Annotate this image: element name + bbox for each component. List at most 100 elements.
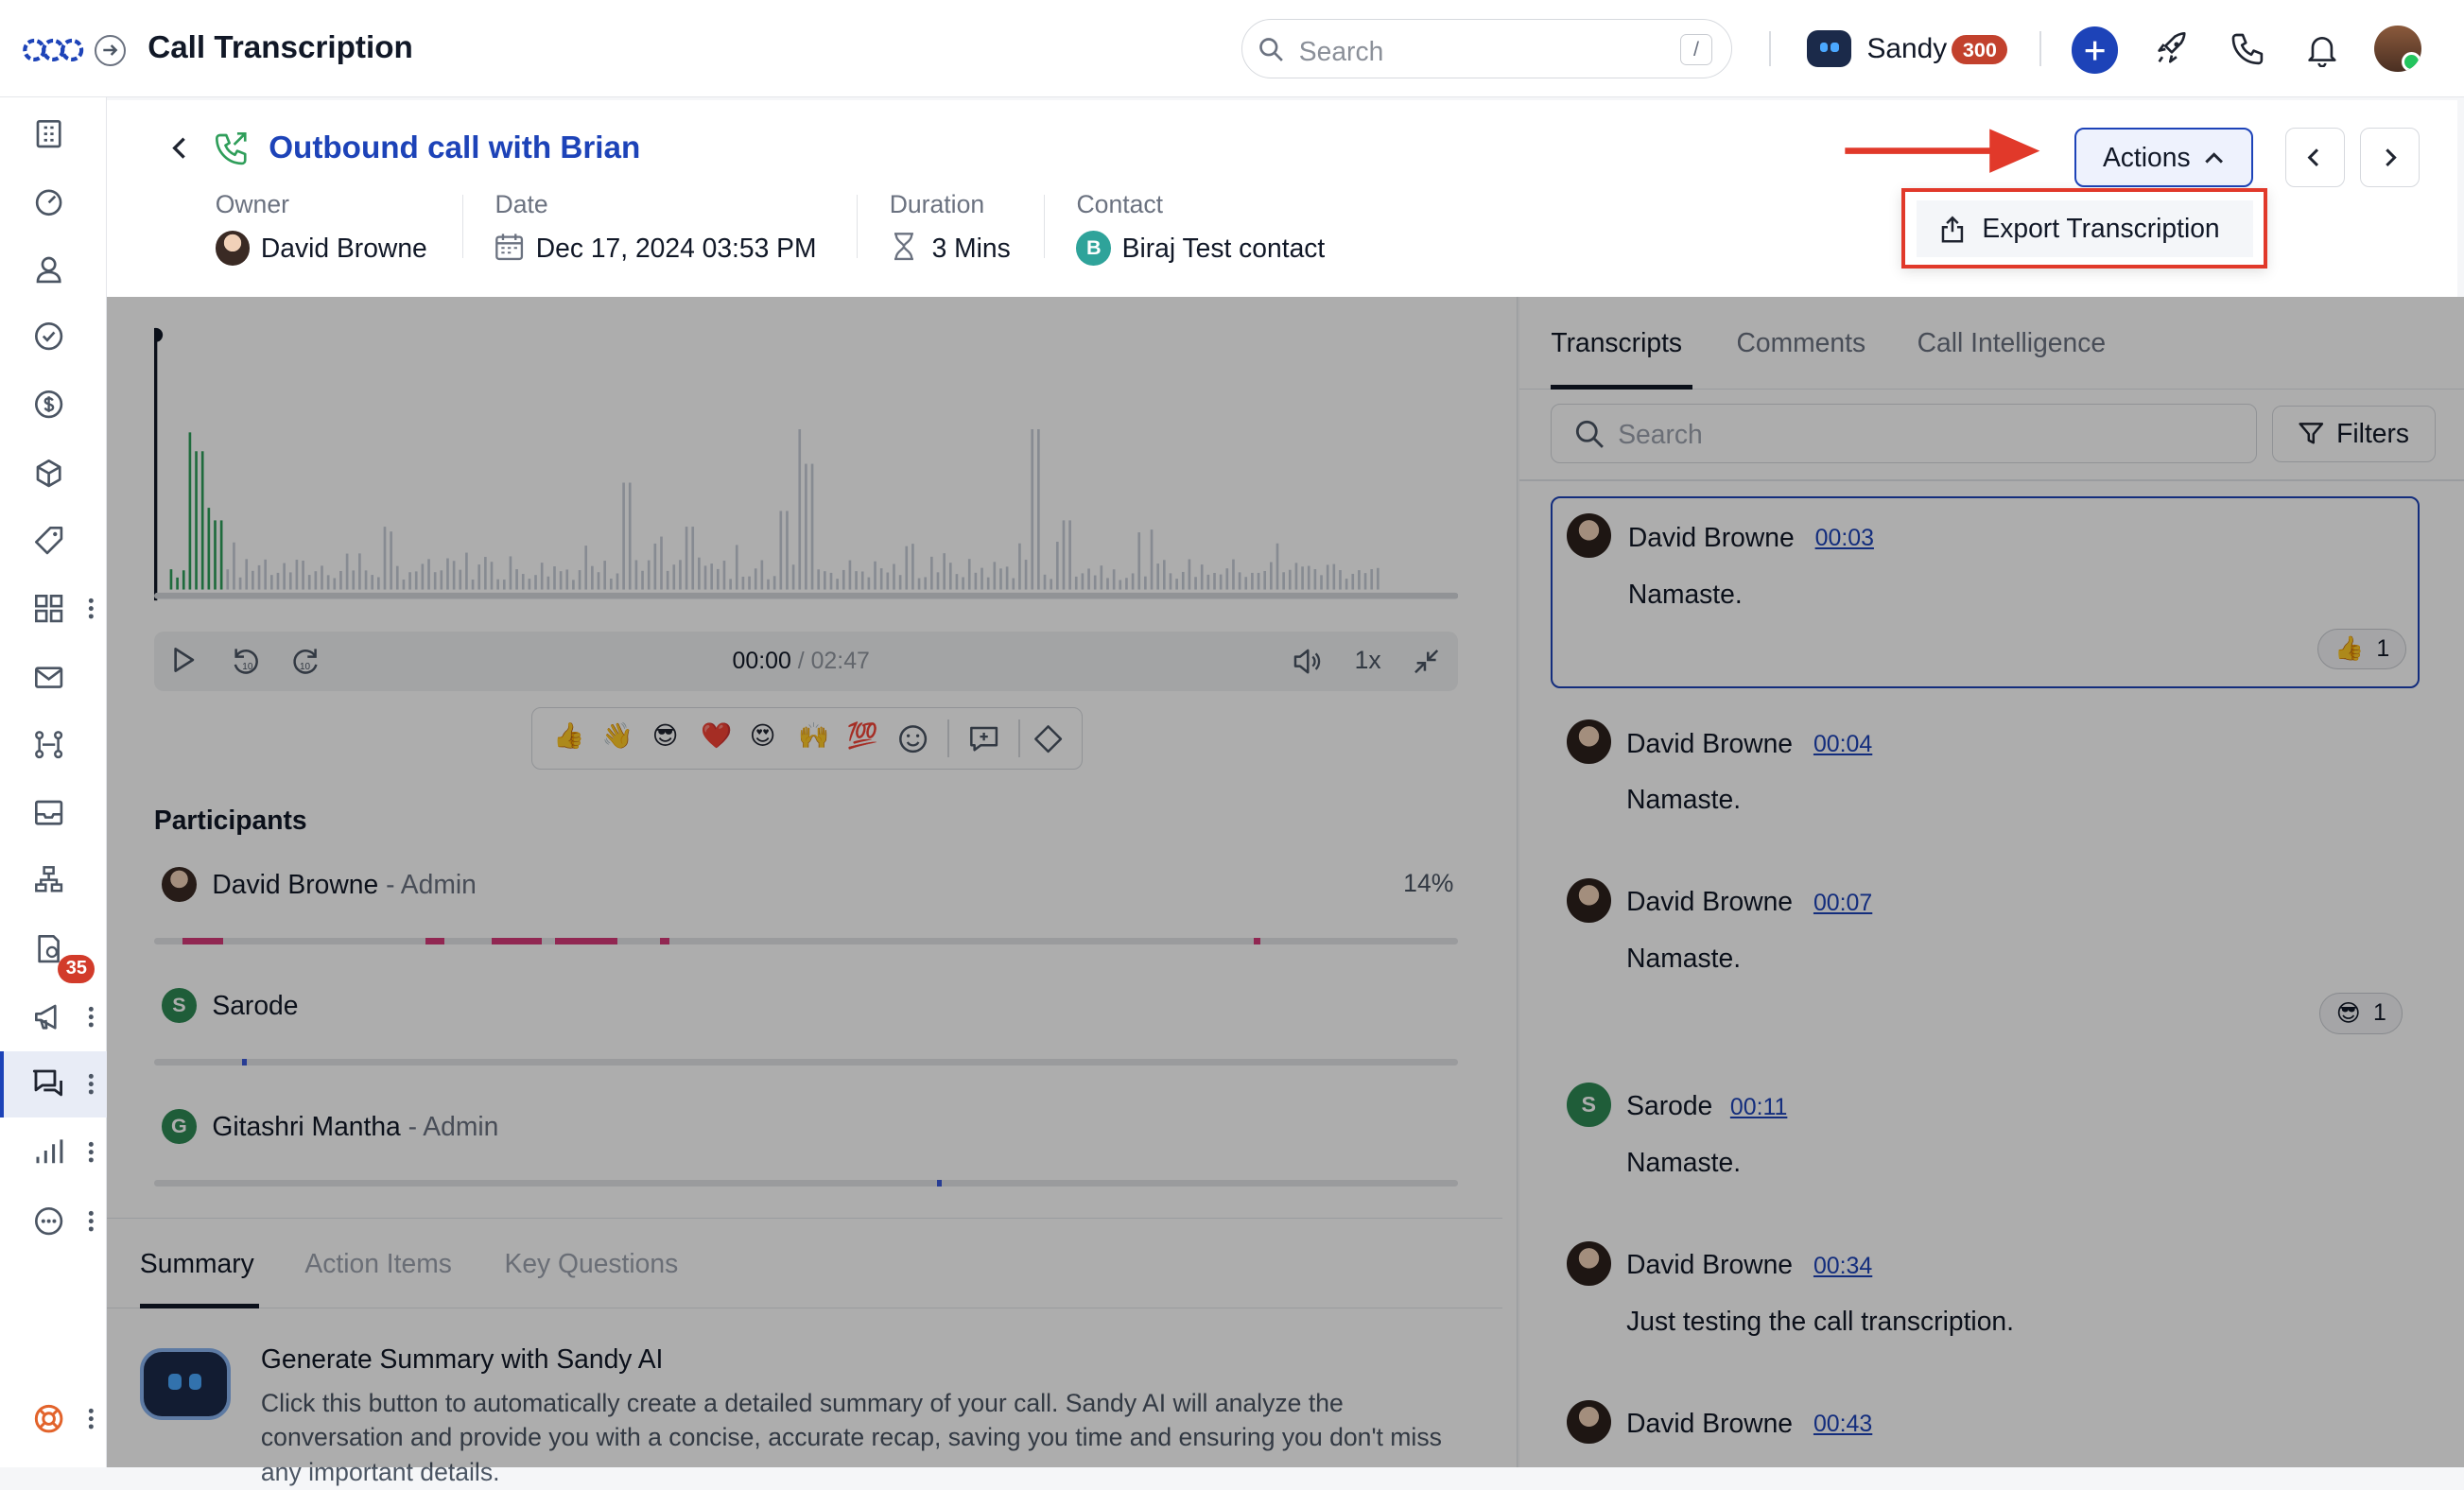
more-vertical-icon[interactable] [88, 1210, 95, 1232]
more-vertical-icon[interactable] [88, 598, 95, 619]
diamond-tag-icon[interactable] [1032, 723, 1064, 754]
sidebar-item-more[interactable] [28, 1201, 69, 1241]
sandy-ai-label[interactable]: Sandy [1866, 33, 1947, 65]
more-vertical-icon[interactable] [88, 1073, 95, 1095]
volume-icon[interactable] [1291, 646, 1322, 677]
phone-icon[interactable] [2229, 30, 2266, 68]
avatar [162, 867, 197, 902]
timestamp-link[interactable]: 00:34 [1813, 1253, 1872, 1280]
reaction-wave[interactable]: 👋 [602, 721, 633, 751]
waveform-bar [1017, 543, 1021, 590]
reaction-heart-eyes[interactable]: 😍 [750, 721, 776, 751]
export-transcription-menu-item[interactable]: Export Transcription [1916, 199, 2253, 257]
previous-call-button[interactable] [2284, 127, 2345, 187]
sidebar-item-apps[interactable] [28, 588, 69, 629]
contact-name[interactable]: Biraj Test contact [1122, 233, 1326, 264]
add-reaction-icon[interactable] [897, 723, 928, 754]
inbox-icon [34, 800, 63, 825]
waveform-bar [962, 577, 964, 590]
reaction-chip[interactable]: 👍 1 [2317, 628, 2406, 669]
forward-10-icon[interactable]: 10 [290, 646, 321, 677]
divider [1017, 719, 1020, 758]
sidebar-item-org[interactable] [28, 859, 69, 900]
timestamp-link[interactable]: 00:07 [1813, 890, 1872, 917]
tab-call-intelligence[interactable]: Call Intelligence [1917, 327, 2106, 358]
global-search-input[interactable]: Search / [1241, 18, 1732, 79]
waveform-bar [1200, 563, 1204, 590]
waveform-bar [214, 520, 217, 590]
talk-timeline-gitashri[interactable] [153, 1180, 1459, 1187]
reaction-chip[interactable]: 😎 1 [2319, 993, 2403, 1034]
tab-comments[interactable]: Comments [1737, 327, 1866, 358]
reaction-thumbs-up[interactable]: 👍 [553, 721, 584, 751]
reaction-emoji: 😎 [2335, 999, 2361, 1027]
waveform-bar [999, 567, 1002, 590]
play-icon[interactable] [169, 646, 198, 674]
add-comment-icon[interactable] [968, 723, 999, 754]
sidebar-item-workflows[interactable] [28, 724, 69, 765]
talk-timeline-sarode[interactable] [153, 1059, 1459, 1066]
transcript-search-input[interactable]: Search [1551, 404, 2257, 464]
collapse-icon[interactable] [1411, 646, 1442, 677]
quick-add-button[interactable] [2071, 26, 2119, 75]
app-logo-icon[interactable] [22, 31, 84, 69]
sidebar-item-tags[interactable] [28, 520, 69, 561]
owner-name[interactable]: David Browne [261, 233, 427, 264]
sidebar-item-conversations[interactable] [28, 1064, 69, 1104]
waveform-bar [515, 568, 518, 590]
waveform-bar [1282, 571, 1285, 590]
audio-waveform[interactable] [153, 322, 1459, 605]
back-chevron-icon[interactable] [164, 132, 195, 164]
next-call-button[interactable] [2360, 127, 2421, 187]
tab-key-questions[interactable]: Key Questions [505, 1248, 679, 1279]
timestamp-link[interactable]: 00:43 [1813, 1411, 1872, 1438]
sidebar-item-help[interactable] [28, 1398, 69, 1439]
sidebar-item-dashboard[interactable] [28, 113, 69, 154]
filters-button[interactable]: Filters [2272, 405, 2437, 462]
more-vertical-icon[interactable] [88, 1141, 95, 1163]
actions-button[interactable]: Actions [2074, 127, 2254, 187]
rocket-icon[interactable] [2153, 30, 2191, 68]
waveform-bar [559, 570, 563, 590]
rewind-10-icon[interactable]: 10 [230, 646, 261, 677]
waveform-bar [1320, 575, 1323, 590]
tab-action-items[interactable]: Action Items [304, 1248, 451, 1279]
sidebar-item-email[interactable] [28, 657, 69, 698]
sandy-ai-avatar[interactable] [139, 1347, 232, 1421]
active-tab-indicator [139, 1304, 260, 1309]
reaction-sunglasses[interactable]: 😎 [652, 721, 679, 751]
tab-summary[interactable]: Summary [140, 1248, 254, 1279]
reaction-hundred[interactable]: 💯 [847, 721, 878, 751]
timestamp-link[interactable]: 00:04 [1813, 731, 1872, 758]
playback-speed-button[interactable]: 1x [1355, 646, 1381, 675]
sidebar-item-deals[interactable] [28, 384, 69, 424]
waveform-bar [848, 560, 852, 590]
more-vertical-icon[interactable] [88, 1408, 95, 1429]
waveform-bar [553, 565, 556, 590]
reaction-raised-hands[interactable]: 🙌 [798, 721, 829, 751]
waveform-bar [1106, 578, 1109, 590]
sidebar-item-products[interactable] [28, 453, 69, 494]
more-vertical-icon[interactable] [88, 1006, 95, 1028]
sandy-ai-avatar[interactable] [1807, 29, 1851, 68]
bell-icon[interactable] [2303, 30, 2341, 68]
sidebar-item-tasks[interactable] [28, 316, 69, 356]
avatar [1567, 1399, 1611, 1445]
talk-timeline-david[interactable] [153, 938, 1459, 944]
waveform-bar [219, 520, 223, 590]
sidebar-item-inbox[interactable] [28, 792, 69, 833]
waveform-bar [911, 543, 914, 590]
timestamp-link[interactable]: 00:03 [1815, 525, 1874, 552]
sidebar-item-gauge[interactable] [28, 181, 69, 221]
waveform-bar [1269, 562, 1273, 590]
reaction-heart[interactable]: ❤️ [701, 721, 732, 751]
tab-transcripts[interactable]: Transcripts [1551, 327, 1682, 358]
timestamp-link[interactable]: 00:11 [1730, 1094, 1787, 1121]
waveform-bar [1055, 541, 1059, 590]
sidebar-item-contacts[interactable] [28, 249, 69, 289]
sidebar-item-reports[interactable] [28, 1132, 69, 1172]
sidebar-item-campaigns[interactable] [28, 996, 69, 1037]
user-avatar[interactable] [2374, 25, 2422, 73]
talk-segment [492, 938, 543, 944]
expand-sidebar-button[interactable] [94, 34, 126, 66]
